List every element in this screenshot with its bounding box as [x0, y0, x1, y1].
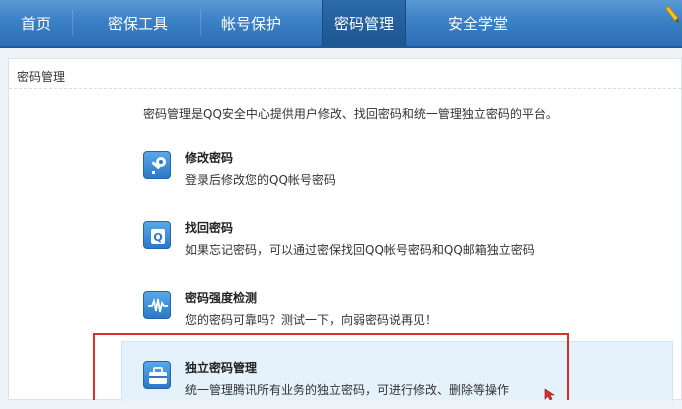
list-item-change-password[interactable]: 修改密码 登录后修改您的QQ帐号密码 — [143, 149, 663, 199]
list-item-password-strength[interactable]: 密码强度检测 您的密码可靠吗？测试一下，向弱密码说再见！ — [143, 289, 663, 339]
find-password-icon: Q — [143, 221, 171, 249]
top-nav: 首页 密保工具 帐号保护 密码管理 安全学堂 — [0, 0, 682, 48]
item-description: 如果忘记密码，可以通过密保找回QQ帐号密码和QQ邮箱独立密码 — [185, 243, 535, 257]
annotation-highlight-box — [93, 333, 569, 400]
nav-item-security-school[interactable]: 安全学堂 — [432, 0, 524, 46]
svg-text:Q: Q — [153, 231, 162, 244]
nav-item-account-protection[interactable]: 帐号保护 — [206, 0, 296, 46]
divider — [9, 88, 681, 89]
pencil-icon[interactable] — [666, 4, 680, 24]
item-description: 登录后修改您的QQ帐号密码 — [185, 173, 336, 187]
mouse-cursor-icon — [544, 388, 555, 400]
item-title[interactable]: 密码强度检测 — [185, 289, 257, 306]
panel-title: 密码管理 — [17, 70, 66, 84]
intro-text: 密码管理是QQ安全中心提供用户修改、找回密码和统一管理独立密码的平台。 — [143, 107, 558, 121]
nav-separator — [72, 10, 73, 36]
list-item-find-password[interactable]: Q 找回密码 如果忘记密码，可以通过密保找回QQ帐号密码和QQ邮箱独立密码 — [143, 219, 663, 269]
strength-wave-icon — [143, 291, 171, 319]
key-icon — [143, 151, 171, 179]
nav-separator — [200, 10, 201, 36]
item-description: 您的密码可靠吗？测试一下，向弱密码说再见！ — [185, 313, 438, 327]
item-title[interactable]: 找回密码 — [185, 219, 233, 236]
item-title[interactable]: 修改密码 — [185, 149, 233, 166]
nav-item-security-tools[interactable]: 密保工具 — [92, 0, 184, 46]
nav-item-password-management[interactable]: 密码管理 — [322, 0, 406, 46]
nav-item-home[interactable]: 首页 — [0, 0, 72, 46]
